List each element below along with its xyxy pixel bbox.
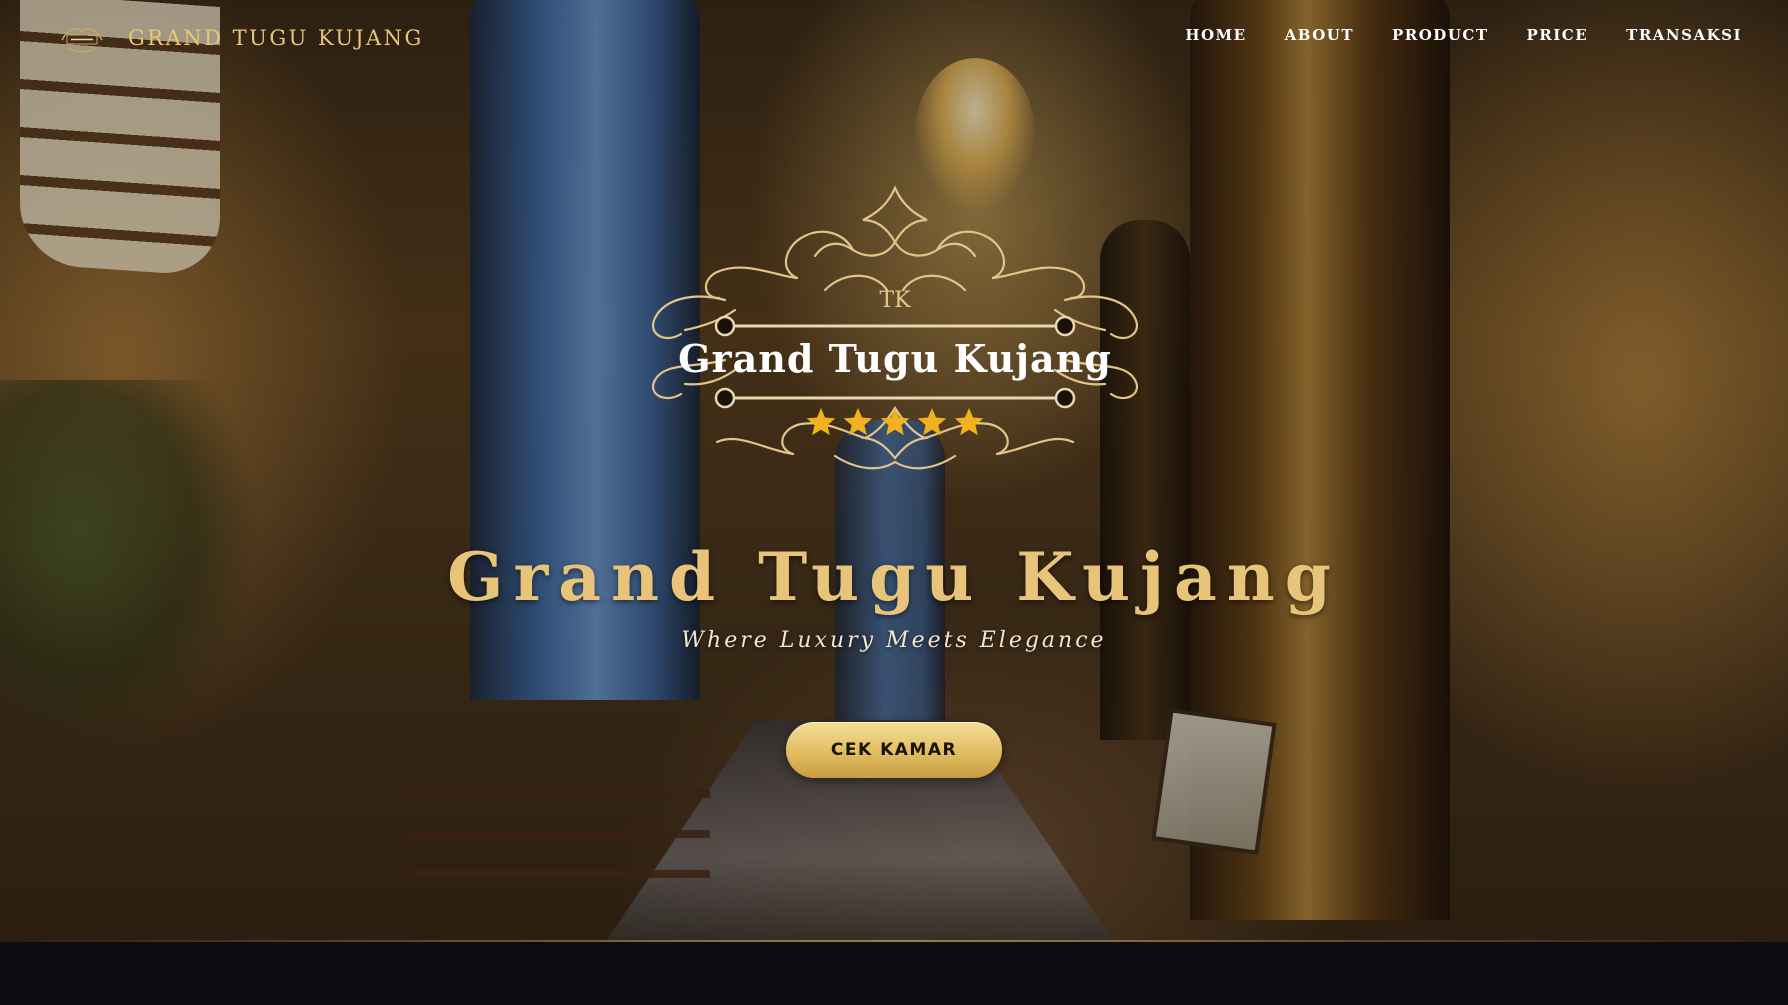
hero-title: Grand Tugu Kujang <box>447 538 1341 616</box>
nav-link-product[interactable]: PRODUCT <box>1392 26 1489 44</box>
brand-logo-icon <box>58 18 106 58</box>
brand-name: GRAND TUGU KUJANG <box>128 26 424 50</box>
nav-menu: HOME ABOUT PRODUCT PRICE TRANSAKSI <box>1185 26 1742 44</box>
star-icon <box>806 408 836 436</box>
hero-tagline: Where Luxury Meets Elegance <box>681 628 1107 653</box>
hotel-emblem-logo: TK Grand Tugu Kujang <box>625 180 1165 515</box>
nav-link-transaksi[interactable]: TRANSAKSI <box>1626 26 1742 44</box>
nav-link-about[interactable]: ABOUT <box>1285 26 1354 44</box>
nav-link-home[interactable]: HOME <box>1185 26 1246 44</box>
footer-strip <box>0 942 1788 1005</box>
navbar: GRAND TUGU KUJANG HOME ABOUT PRODUCT PRI… <box>0 0 1788 74</box>
five-star-rating <box>806 408 984 436</box>
brand-link[interactable]: GRAND TUGU KUJANG <box>58 18 424 58</box>
emblem-monogram: TK <box>879 288 911 313</box>
star-icon <box>954 408 984 436</box>
landing-page: GRAND TUGU KUJANG HOME ABOUT PRODUCT PRI… <box>0 0 1788 1005</box>
star-icon <box>880 408 910 436</box>
cek-kamar-button[interactable]: CEK KAMAR <box>786 722 1002 778</box>
nav-link-price[interactable]: PRICE <box>1527 26 1589 44</box>
emblem-name: Grand Tugu Kujang <box>678 336 1112 381</box>
